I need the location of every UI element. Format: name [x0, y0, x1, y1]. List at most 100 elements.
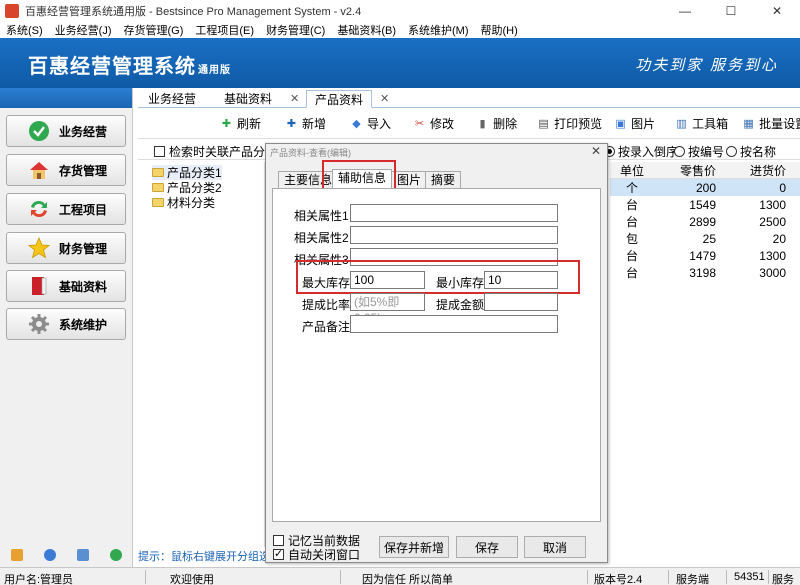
remark-label: 产品备注: [302, 320, 351, 334]
header-banner: 百惠经营管理系统 通用版 功夫到家 服务到心: [0, 38, 800, 88]
tree-item[interactable]: 产品分类1: [152, 165, 222, 180]
max-stock-input[interactable]: 100: [350, 271, 425, 289]
commission-rate-label: 提成比率: [302, 298, 351, 312]
dialog-tab-summary[interactable]: 摘要: [425, 171, 462, 189]
menu-system[interactable]: 系统(S): [0, 22, 49, 38]
auto-close-checkbox[interactable]: 自动关闭窗口: [273, 546, 360, 563]
table-row[interactable]: 台 1549 1300: [610, 196, 800, 213]
book-icon: [27, 274, 51, 298]
menu-inventory[interactable]: 存货管理(G): [118, 22, 190, 38]
tab-basic-data-close-icon[interactable]: ✕: [290, 92, 299, 105]
table-cell: 台: [625, 198, 638, 212]
edit-icon[interactable]: [10, 549, 23, 561]
delete-button[interactable]: ▮ 删除: [476, 115, 518, 132]
sort-entry-desc-radio[interactable]: 按录入倒序: [604, 143, 678, 160]
batch-settings-button[interactable]: ▦ 批量设置: [742, 115, 800, 132]
title-bar: 百惠经营管理系统通用版 - Bestsince Pro Management S…: [0, 0, 800, 22]
sidebar-item-projects[interactable]: 工程项目: [6, 193, 126, 225]
add-label: 新增: [302, 116, 327, 131]
min-stock-input[interactable]: 10: [484, 271, 558, 289]
menu-finance[interactable]: 财务管理(C): [260, 22, 331, 38]
table-cell: 1300: [759, 197, 786, 212]
tree-item[interactable]: 产品分类2: [152, 180, 222, 195]
edit-label: 修改: [430, 116, 455, 131]
tab-business[interactable]: 业务经营: [140, 90, 204, 108]
help-icon[interactable]: [43, 549, 56, 561]
house-icon: [27, 158, 51, 182]
close-window-button[interactable]: ✕: [754, 0, 800, 22]
status-divider: [768, 570, 769, 584]
refresh-button[interactable]: ✚ 刷新: [220, 115, 261, 132]
add-button[interactable]: ✚ 新增: [285, 115, 326, 132]
status-divider: [340, 570, 341, 584]
column-header-unit[interactable]: 单位: [610, 162, 654, 179]
table-row[interactable]: 个 200 0: [610, 179, 800, 196]
gear-icon: [27, 312, 51, 336]
sidebar-item-inventory[interactable]: 存货管理: [6, 154, 126, 186]
cancel-button[interactable]: 取消: [524, 536, 586, 558]
table-cell: 0: [779, 180, 786, 195]
search-linked-checkbox[interactable]: 检索时关联产品分类: [154, 143, 277, 160]
table-row[interactable]: 台 1479 1300: [610, 247, 800, 264]
max-stock-label: 最大库存: [302, 276, 351, 290]
dialog-tab-image[interactable]: 图片: [391, 171, 428, 189]
maximize-button[interactable]: ☐: [708, 0, 754, 22]
sidebar-item-business[interactable]: 业务经营: [6, 115, 126, 147]
menu-bar: 系统(S) 业务经营(J) 存货管理(G) 工程项目(E) 财务管理(C) 基础…: [0, 22, 800, 38]
search-icon[interactable]: [77, 549, 90, 561]
dialog-close-icon[interactable]: ✕: [591, 144, 601, 158]
tab-product-data[interactable]: 产品资料: [306, 90, 373, 108]
table-row[interactable]: 包 25 20: [610, 230, 800, 247]
tab-basic-data[interactable]: 基础资料: [216, 90, 280, 108]
table-row[interactable]: 台 2899 2500: [610, 213, 800, 230]
toolbox-button[interactable]: ▥ 工具箱: [675, 115, 728, 132]
column-header-retail-price[interactable]: 零售价: [654, 162, 722, 179]
column-header-purchase-price[interactable]: 进货价: [722, 162, 792, 179]
edit-button[interactable]: ✂ 修改: [413, 115, 454, 132]
menu-maintenance[interactable]: 系统维护(M): [402, 22, 475, 38]
batch-settings-label: 批量设置: [759, 116, 800, 131]
sort-name-radio[interactable]: 按名称: [726, 143, 776, 160]
auto-close-label: 自动关闭窗口: [288, 548, 361, 562]
save-and-new-button[interactable]: 保存并新增: [379, 536, 449, 558]
menu-business[interactable]: 业务经营(J): [49, 22, 118, 38]
tab-product-data-close-icon[interactable]: ✕: [380, 92, 389, 105]
status-bar: 用户名:管理员 欢迎使用 因为信任 所以简单 版本号2.4 服务端 54351 …: [0, 567, 800, 585]
menu-help[interactable]: 帮助(H): [475, 22, 524, 38]
menu-basic-data[interactable]: 基础资料(B): [331, 22, 402, 38]
import-button[interactable]: ◆ 导入: [350, 115, 391, 132]
print-preview-button[interactable]: ▤ 打印预览: [537, 115, 602, 132]
go-icon[interactable]: [110, 549, 123, 561]
radio-dot: [726, 146, 737, 157]
folder-icon: [152, 168, 164, 177]
checkbox-box: [273, 535, 284, 546]
sidebar-item-finance[interactable]: 财务管理: [6, 232, 126, 264]
toolbar: ✚ 刷新 ✚ 新增 ◆ 导入 ✂ 修改 ▮ 删除 ▤ 打印预览 ▣ 图片 ▥ 工具箱 ▦ 批量设置: [138, 110, 800, 136]
commission-amount-label: 提成金额: [436, 298, 485, 312]
table-row[interactable]: 台 3198 3000: [610, 264, 800, 281]
commission-rate-input[interactable]: (如5%即0.05): [350, 293, 425, 325]
attr1-input[interactable]: [350, 204, 558, 222]
toolbox-label: 工具箱: [692, 116, 729, 131]
commission-amount-input[interactable]: [484, 293, 558, 311]
import-icon: ◆: [352, 117, 361, 130]
folder-icon: [152, 183, 164, 192]
menu-projects[interactable]: 工程项目(E): [189, 22, 260, 38]
toolbox-icon: ▥: [676, 117, 687, 130]
sort-code-radio[interactable]: 按编号: [674, 143, 724, 160]
min-stock-label: 最小库存: [436, 276, 485, 290]
sort-entry-desc-label: 按录入倒序: [618, 145, 679, 159]
window-title: 百惠经营管理系统通用版 - Bestsince Pro Management S…: [25, 6, 362, 18]
image-button[interactable]: ▣ 图片: [614, 115, 655, 132]
tree-item[interactable]: 材料分类: [152, 195, 215, 210]
table-cell: 台: [625, 249, 638, 263]
attr2-input[interactable]: [350, 226, 558, 244]
sidebar-item-basic-data[interactable]: 基础资料: [6, 270, 126, 302]
save-button[interactable]: 保存: [456, 536, 518, 558]
minimize-button[interactable]: —: [662, 0, 708, 22]
sidebar-item-maintenance[interactable]: 系统维护: [6, 308, 126, 340]
brand-title: 百惠经营管理系统 通用版: [28, 50, 231, 79]
table-cell: 1300: [759, 248, 786, 263]
remark-input[interactable]: [350, 315, 558, 333]
table-cell: 200: [695, 180, 716, 195]
